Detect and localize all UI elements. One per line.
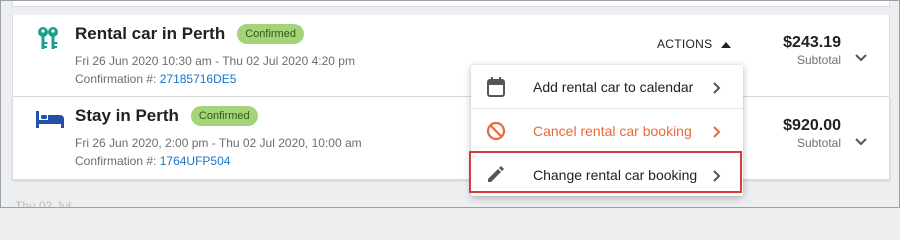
confirmation-label: Confirmation #: — [75, 154, 157, 168]
chevron-right-icon — [712, 125, 722, 138]
booking-title: Stay in Perth — [75, 106, 179, 125]
confirmation-number-link[interactable]: 1764UFP504 — [160, 154, 231, 168]
bed-icon — [35, 109, 64, 135]
chevron-right-icon — [712, 81, 722, 94]
status-badge: Confirmed — [237, 24, 304, 44]
next-day-header: Thu 02 Jul — [15, 199, 72, 208]
highlight-box — [469, 151, 742, 193]
booking-title: Rental car in Perth — [75, 24, 226, 43]
price-subtotal-label: Subtotal — [796, 53, 841, 67]
price-block: $243.19 Subtotal — [783, 34, 841, 67]
price-block: $920.00 Subtotal — [783, 117, 841, 150]
actions-label: ACTIONS — [657, 37, 713, 51]
chevron-down-icon[interactable] — [855, 133, 867, 151]
booking-dates: Fri 26 Jun 2020 10:30 am - Thu 02 Jul 20… — [75, 54, 355, 68]
confirmation-label: Confirmation #: — [75, 72, 157, 86]
menu-item-label: Cancel rental car booking — [533, 122, 692, 139]
booking-card-stay: Stay in Perth Confirmed Fri 26 Jun 2020,… — [12, 97, 890, 180]
confirmation-number-link[interactable]: 27185716DE5 — [160, 72, 237, 86]
caret-up-icon — [721, 37, 732, 51]
price-amount: $243.19 — [783, 34, 841, 51]
price-amount: $920.00 — [783, 117, 841, 134]
status-badge: Confirmed — [190, 106, 258, 126]
chevron-down-icon[interactable] — [855, 49, 867, 67]
confirmation-line: Confirmation #: 27185716DE5 — [75, 72, 236, 86]
actions-toggle-button[interactable]: ACTIONS — [657, 37, 732, 51]
booking-dates: Fri 26 Jun 2020, 2:00 pm - Thu 02 Jul 20… — [75, 136, 362, 150]
cancel-icon — [486, 121, 506, 141]
itinerary-panel: Rental car in Perth Confirmed Fri 26 Jun… — [0, 0, 900, 208]
calendar-icon — [486, 77, 506, 97]
booking-card-rental-car: Rental car in Perth Confirmed Fri 26 Jun… — [12, 15, 890, 97]
menu-item-label: Add rental car to calendar — [533, 78, 694, 95]
car-keys-icon — [35, 25, 61, 51]
confirmation-line: Confirmation #: 1764UFP504 — [75, 154, 230, 168]
menu-item-cancel-booking[interactable]: Cancel rental car booking — [471, 109, 743, 152]
menu-item-add-to-calendar[interactable]: Add rental car to calendar — [471, 65, 743, 108]
price-subtotal-label: Subtotal — [796, 136, 841, 150]
previous-booking-card — [12, 1, 890, 7]
